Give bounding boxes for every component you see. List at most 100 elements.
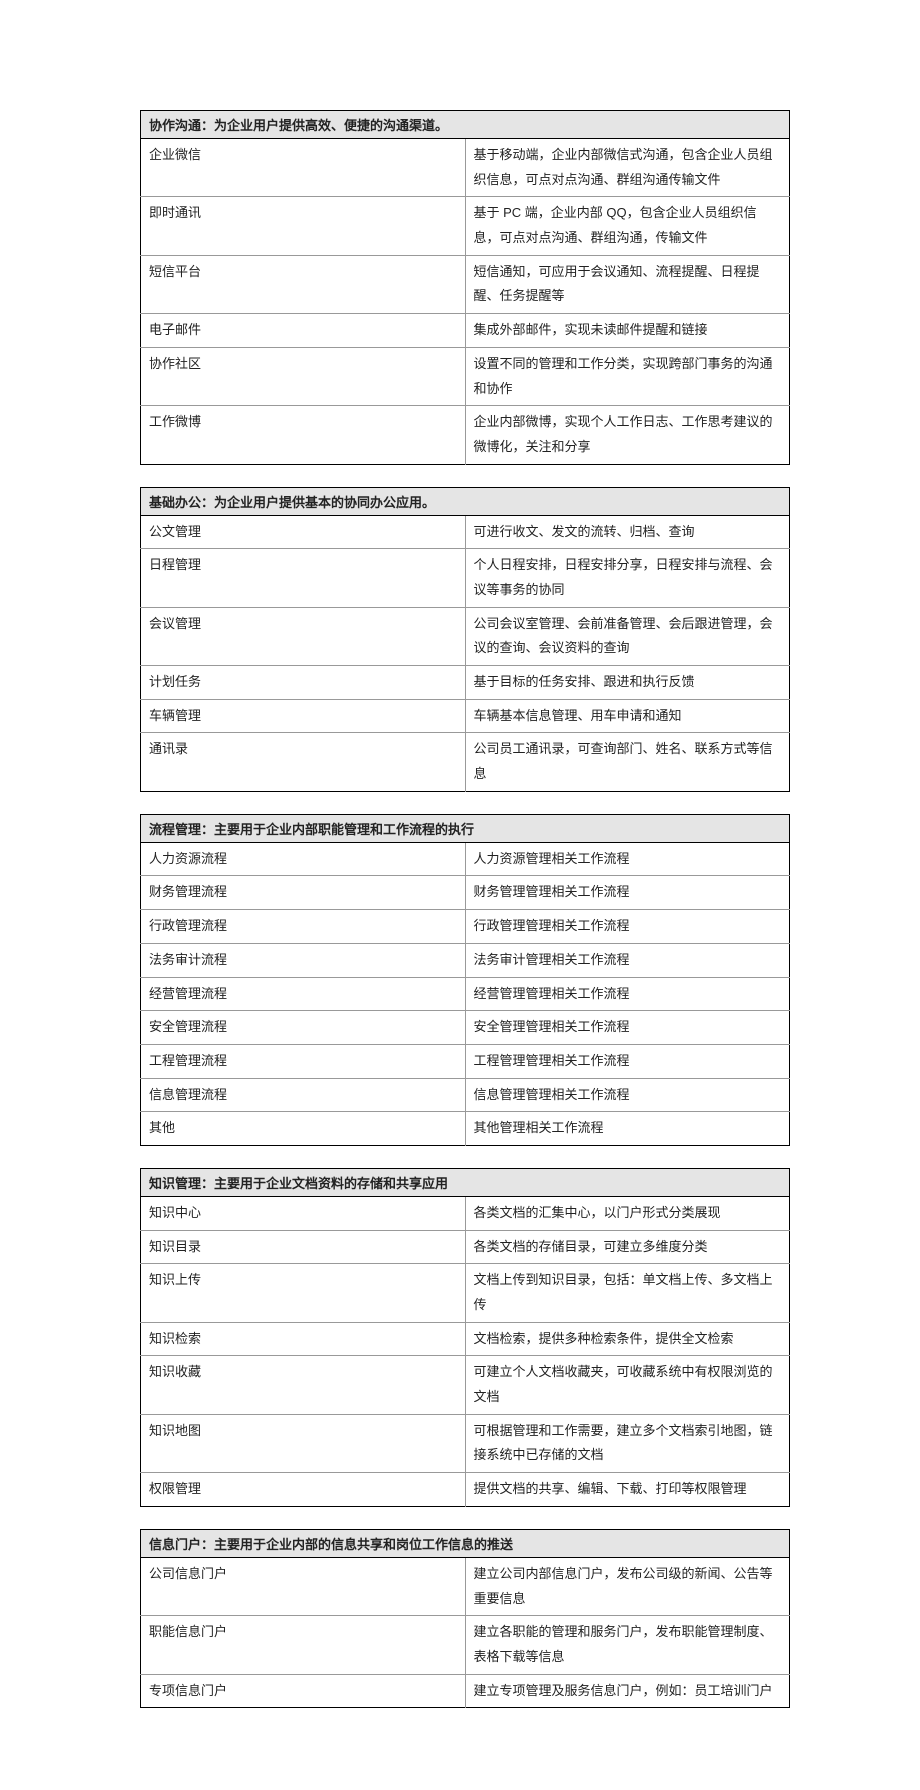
row-label: 知识检索 <box>141 1322 466 1356</box>
table-row: 日程管理个人日程安排，日程安排分享，日程安排与流程、会议等事务的协同 <box>141 549 790 607</box>
table-row: 安全管理流程安全管理管理相关工作流程 <box>141 1011 790 1045</box>
table-row: 车辆管理车辆基本信息管理、用车申请和通知 <box>141 699 790 733</box>
row-label: 协作社区 <box>141 347 466 405</box>
table-row: 财务管理流程财务管理管理相关工作流程 <box>141 876 790 910</box>
table-row: 电子邮件集成外部邮件，实现未读邮件提醒和链接 <box>141 314 790 348</box>
row-description: 基于移动端，企业内部微信式沟通，包含企业人员组织信息，可点对点沟通、群组沟通传输… <box>465 139 790 197</box>
row-description: 文档检索，提供多种检索条件，提供全文检索 <box>465 1322 790 1356</box>
row-description: 公司会议室管理、会前准备管理、会后跟进管理，会议的查询、会议资料的查询 <box>465 607 790 665</box>
row-label: 短信平台 <box>141 255 466 313</box>
section-header: 信息门户：主要用于企业内部的信息共享和岗位工作信息的推送 <box>141 1529 790 1557</box>
row-label: 安全管理流程 <box>141 1011 466 1045</box>
section-table: 信息门户：主要用于企业内部的信息共享和岗位工作信息的推送公司信息门户建立公司内部… <box>140 1529 790 1708</box>
row-label: 公司信息门户 <box>141 1557 466 1615</box>
row-description: 车辆基本信息管理、用车申请和通知 <box>465 699 790 733</box>
row-description: 短信通知，可应用于会议通知、流程提醒、日程提醒、任务提醒等 <box>465 255 790 313</box>
row-description: 基于目标的任务安排、跟进和执行反馈 <box>465 666 790 700</box>
table-row: 知识地图可根据管理和工作需要，建立多个文档索引地图，链接系统中已存储的文档 <box>141 1414 790 1472</box>
row-description: 安全管理管理相关工作流程 <box>465 1011 790 1045</box>
table-row: 专项信息门户建立专项管理及服务信息门户，例如：员工培训门户 <box>141 1674 790 1708</box>
section-header: 基础办公：为企业用户提供基本的协同办公应用。 <box>141 487 790 515</box>
row-description: 各类文档的汇集中心，以门户形式分类展现 <box>465 1196 790 1230</box>
row-label: 其他 <box>141 1112 466 1146</box>
row-description: 法务审计管理相关工作流程 <box>465 943 790 977</box>
row-label: 日程管理 <box>141 549 466 607</box>
row-description: 文档上传到知识目录，包括：单文档上传、多文档上传 <box>465 1264 790 1322</box>
row-description: 可建立个人文档收藏夹，可收藏系统中有权限浏览的文档 <box>465 1356 790 1414</box>
document-page: 协作沟通：为企业用户提供高效、便捷的沟通渠道。企业微信基于移动端，企业内部微信式… <box>0 0 920 1790</box>
row-description: 行政管理管理相关工作流程 <box>465 910 790 944</box>
row-description: 信息管理管理相关工作流程 <box>465 1078 790 1112</box>
table-row: 企业微信基于移动端，企业内部微信式沟通，包含企业人员组织信息，可点对点沟通、群组… <box>141 139 790 197</box>
row-description: 可根据管理和工作需要，建立多个文档索引地图，链接系统中已存储的文档 <box>465 1414 790 1472</box>
table-row: 公司信息门户建立公司内部信息门户，发布公司级的新闻、公告等重要信息 <box>141 1557 790 1615</box>
table-row: 法务审计流程法务审计管理相关工作流程 <box>141 943 790 977</box>
row-label: 经营管理流程 <box>141 977 466 1011</box>
table-row: 其他其他管理相关工作流程 <box>141 1112 790 1146</box>
table-row: 计划任务基于目标的任务安排、跟进和执行反馈 <box>141 666 790 700</box>
row-label: 职能信息门户 <box>141 1616 466 1674</box>
section-header: 知识管理：主要用于企业文档资料的存储和共享应用 <box>141 1168 790 1196</box>
section-table: 知识管理：主要用于企业文档资料的存储和共享应用知识中心各类文档的汇集中心，以门户… <box>140 1168 790 1507</box>
row-description: 企业内部微博，实现个人工作日志、工作思考建议的微博化，关注和分享 <box>465 406 790 464</box>
row-description: 个人日程安排，日程安排分享，日程安排与流程、会议等事务的协同 <box>465 549 790 607</box>
table-row: 即时通讯基于 PC 端，企业内部 QQ，包含企业人员组织信息，可点对点沟通、群组… <box>141 197 790 255</box>
row-description: 公司员工通讯录，可查询部门、姓名、联系方式等信息 <box>465 733 790 791</box>
row-label: 工作微博 <box>141 406 466 464</box>
row-description: 设置不同的管理和工作分类，实现跨部门事务的沟通和协作 <box>465 347 790 405</box>
table-row: 知识收藏可建立个人文档收藏夹，可收藏系统中有权限浏览的文档 <box>141 1356 790 1414</box>
row-description: 建立公司内部信息门户，发布公司级的新闻、公告等重要信息 <box>465 1557 790 1615</box>
row-label: 人力资源流程 <box>141 842 466 876</box>
row-label: 知识中心 <box>141 1196 466 1230</box>
row-label: 通讯录 <box>141 733 466 791</box>
row-label: 即时通讯 <box>141 197 466 255</box>
table-row: 通讯录公司员工通讯录，可查询部门、姓名、联系方式等信息 <box>141 733 790 791</box>
table-row: 信息管理流程信息管理管理相关工作流程 <box>141 1078 790 1112</box>
row-label: 信息管理流程 <box>141 1078 466 1112</box>
row-label: 计划任务 <box>141 666 466 700</box>
section-table: 协作沟通：为企业用户提供高效、便捷的沟通渠道。企业微信基于移动端，企业内部微信式… <box>140 110 790 465</box>
table-row: 会议管理公司会议室管理、会前准备管理、会后跟进管理，会议的查询、会议资料的查询 <box>141 607 790 665</box>
row-description: 建立专项管理及服务信息门户，例如：员工培训门户 <box>465 1674 790 1708</box>
section-header: 协作沟通：为企业用户提供高效、便捷的沟通渠道。 <box>141 111 790 139</box>
section-table: 流程管理：主要用于企业内部职能管理和工作流程的执行人力资源流程人力资源管理相关工… <box>140 814 790 1146</box>
row-description: 基于 PC 端，企业内部 QQ，包含企业人员组织信息，可点对点沟通、群组沟通，传… <box>465 197 790 255</box>
row-description: 各类文档的存储目录，可建立多维度分类 <box>465 1230 790 1264</box>
row-label: 专项信息门户 <box>141 1674 466 1708</box>
row-label: 会议管理 <box>141 607 466 665</box>
table-row: 职能信息门户建立各职能的管理和服务门户，发布职能管理制度、表格下载等信息 <box>141 1616 790 1674</box>
row-label: 电子邮件 <box>141 314 466 348</box>
row-label: 知识地图 <box>141 1414 466 1472</box>
table-row: 经营管理流程经营管理管理相关工作流程 <box>141 977 790 1011</box>
section-header: 流程管理：主要用于企业内部职能管理和工作流程的执行 <box>141 814 790 842</box>
table-row: 短信平台短信通知，可应用于会议通知、流程提醒、日程提醒、任务提醒等 <box>141 255 790 313</box>
row-label: 权限管理 <box>141 1473 466 1507</box>
row-label: 公文管理 <box>141 515 466 549</box>
table-row: 工作微博企业内部微博，实现个人工作日志、工作思考建议的微博化，关注和分享 <box>141 406 790 464</box>
row-label: 知识收藏 <box>141 1356 466 1414</box>
row-description: 其他管理相关工作流程 <box>465 1112 790 1146</box>
row-label: 财务管理流程 <box>141 876 466 910</box>
row-label: 车辆管理 <box>141 699 466 733</box>
table-row: 公文管理可进行收文、发文的流转、归档、查询 <box>141 515 790 549</box>
row-label: 法务审计流程 <box>141 943 466 977</box>
row-label: 工程管理流程 <box>141 1044 466 1078</box>
section-table: 基础办公：为企业用户提供基本的协同办公应用。公文管理可进行收文、发文的流转、归档… <box>140 487 790 792</box>
table-row: 知识检索文档检索，提供多种检索条件，提供全文检索 <box>141 1322 790 1356</box>
row-label: 行政管理流程 <box>141 910 466 944</box>
row-description: 财务管理管理相关工作流程 <box>465 876 790 910</box>
table-row: 知识上传文档上传到知识目录，包括：单文档上传、多文档上传 <box>141 1264 790 1322</box>
table-row: 知识中心各类文档的汇集中心，以门户形式分类展现 <box>141 1196 790 1230</box>
table-row: 知识目录各类文档的存储目录，可建立多维度分类 <box>141 1230 790 1264</box>
row-description: 集成外部邮件，实现未读邮件提醒和链接 <box>465 314 790 348</box>
table-row: 权限管理提供文档的共享、编辑、下载、打印等权限管理 <box>141 1473 790 1507</box>
row-label: 企业微信 <box>141 139 466 197</box>
table-row: 协作社区设置不同的管理和工作分类，实现跨部门事务的沟通和协作 <box>141 347 790 405</box>
table-row: 行政管理流程行政管理管理相关工作流程 <box>141 910 790 944</box>
row-description: 提供文档的共享、编辑、下载、打印等权限管理 <box>465 1473 790 1507</box>
row-description: 可进行收文、发文的流转、归档、查询 <box>465 515 790 549</box>
row-description: 人力资源管理相关工作流程 <box>465 842 790 876</box>
row-description: 经营管理管理相关工作流程 <box>465 977 790 1011</box>
table-row: 人力资源流程人力资源管理相关工作流程 <box>141 842 790 876</box>
row-label: 知识上传 <box>141 1264 466 1322</box>
